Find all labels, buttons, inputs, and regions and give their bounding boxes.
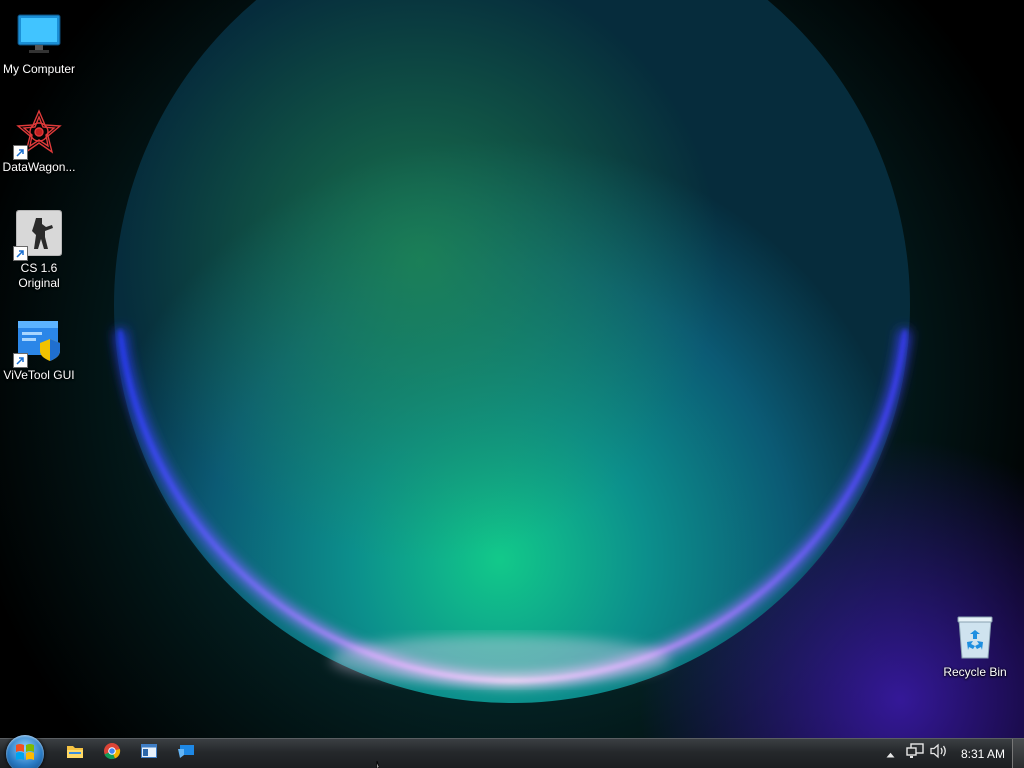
desktop-icon-vivetool[interactable]: ViVeTool GUI xyxy=(0,316,79,383)
desktop-icon-label: CS 1.6 Original xyxy=(18,261,60,290)
taskbar-remote-desktop-button[interactable] xyxy=(168,739,204,768)
monitor-icon xyxy=(15,10,63,58)
desktop-icon-label: My Computer xyxy=(2,62,76,76)
taskbar-chrome-button[interactable] xyxy=(94,739,130,768)
system-tray: 8:31 AM xyxy=(864,739,1024,768)
window-app-icon xyxy=(141,744,157,763)
network-icon xyxy=(906,743,924,764)
shortcut-arrow-icon xyxy=(13,246,28,261)
desktop-icon-recycle-bin[interactable]: Recycle Bin xyxy=(935,613,1015,680)
taskbar-file-explorer-button[interactable] xyxy=(57,739,93,768)
desktop-icon-datawagon[interactable]: DataWagon... xyxy=(0,108,79,175)
shortcut-arrow-icon xyxy=(13,353,28,368)
windows-logo-icon xyxy=(15,742,35,767)
desktop-icon-my-computer[interactable]: My Computer xyxy=(0,10,79,77)
file-explorer-icon xyxy=(66,743,84,764)
chevron-up-icon xyxy=(886,745,895,763)
clock-button[interactable]: 8:31 AM xyxy=(956,739,1010,768)
recycle-bin-icon xyxy=(951,613,999,661)
taskbar-window-app-button[interactable] xyxy=(131,739,167,768)
desktop-icon-label: Recycle Bin xyxy=(943,665,1007,679)
clock-time: 8:31 AM xyxy=(960,746,1006,761)
taskbar: 8:31 AM xyxy=(0,735,1024,768)
network-tray-button[interactable] xyxy=(904,739,926,768)
shortcut-arrow-icon xyxy=(13,145,28,160)
desktop-icon-label: DataWagon... xyxy=(2,160,76,174)
mouse-cursor xyxy=(376,761,380,768)
remote-desktop-icon xyxy=(177,743,195,764)
datawagon-icon xyxy=(13,108,63,160)
desktop[interactable]: My Computer DataWagon... CS 1.6 Original… xyxy=(0,0,1024,768)
start-button[interactable] xyxy=(6,735,44,768)
volume-icon xyxy=(930,743,948,764)
chrome-icon xyxy=(103,742,121,765)
counter-strike-icon xyxy=(13,209,63,261)
desktop-icon-cs16[interactable]: CS 1.6 Original xyxy=(0,209,79,291)
vivetool-icon xyxy=(13,316,63,368)
wallpaper xyxy=(0,0,1024,738)
show-desktop-button[interactable] xyxy=(1012,739,1024,768)
desktop-icon-label: ViVeTool GUI xyxy=(3,368,75,382)
volume-tray-button[interactable] xyxy=(928,739,950,768)
show-hidden-icons-button[interactable] xyxy=(882,739,898,768)
